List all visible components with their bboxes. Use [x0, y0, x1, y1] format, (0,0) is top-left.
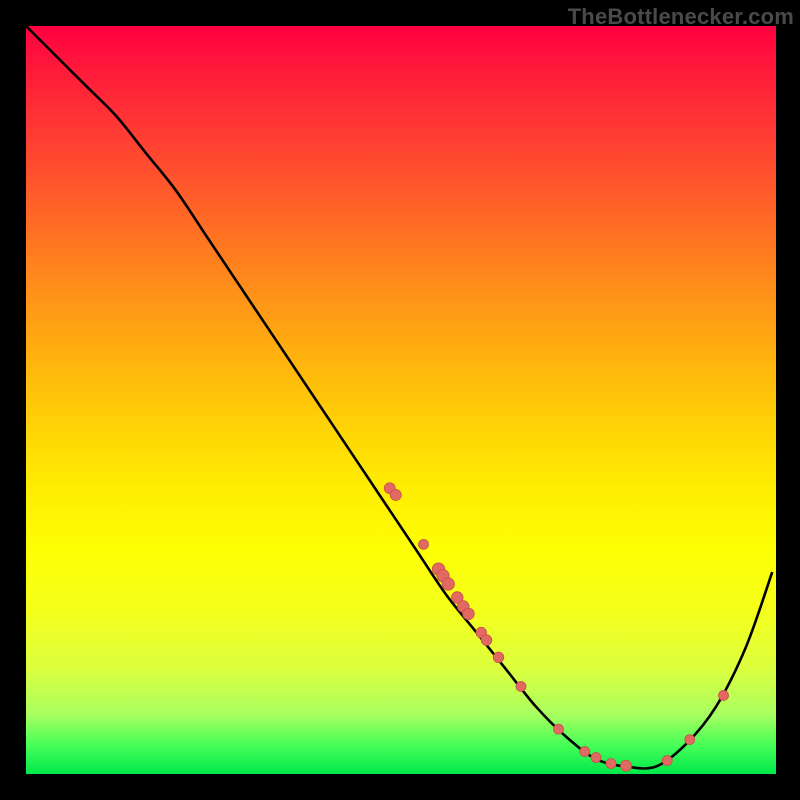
curve-marker [493, 652, 504, 663]
curve-marker [554, 724, 564, 734]
curve-marker [419, 539, 429, 549]
curve-marker [390, 489, 401, 500]
curve-marker [591, 753, 601, 763]
curve-marker [463, 608, 475, 620]
curve-markers-group [384, 483, 728, 772]
plot-area [26, 26, 776, 774]
curve-marker [516, 681, 526, 691]
curve-marker [685, 735, 695, 745]
curve-marker [442, 578, 454, 590]
curve-marker [719, 690, 729, 700]
curve-svg [26, 26, 776, 774]
curve-marker [580, 747, 590, 757]
curve-marker [662, 756, 672, 766]
chart-stage: TheBottlenecker.com [0, 0, 800, 800]
curve-marker [481, 635, 492, 646]
curve-marker [621, 760, 632, 771]
watermark-text: TheBottlenecker.com [568, 4, 794, 30]
bottleneck-curve [26, 26, 772, 768]
curve-marker [606, 759, 616, 769]
